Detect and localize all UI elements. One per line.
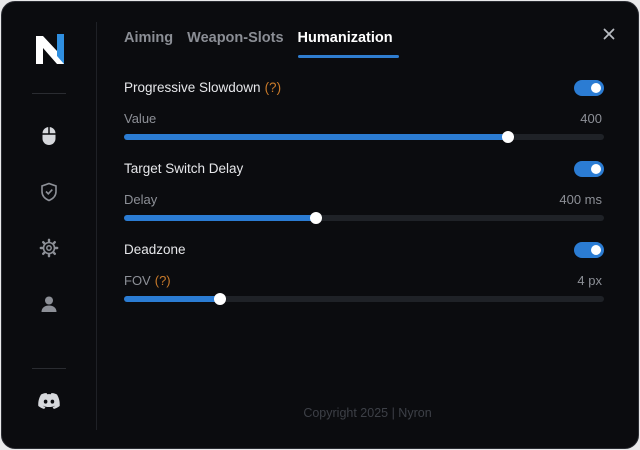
deadzone-label: Deadzone (124, 242, 186, 257)
fov-help-icon[interactable]: (?) (155, 273, 171, 288)
progressive-slowdown-toggle[interactable] (574, 80, 604, 96)
fov-label: FOV (124, 273, 151, 288)
progressive-slowdown-title: Progressive Slowdown (?) (124, 80, 281, 95)
fov-slider-thumb[interactable] (214, 293, 226, 305)
value-slider[interactable] (124, 131, 604, 143)
tab-weapon-slots[interactable]: Weapon-Slots (187, 30, 283, 58)
value-slider-fill (124, 134, 508, 140)
target-switch-delay-label: Target Switch Delay (124, 161, 244, 176)
sidebar-item-mouse[interactable] (38, 125, 60, 147)
discord-button[interactable] (37, 390, 61, 412)
deadzone-title: Deadzone (124, 242, 186, 257)
progressive-slowdown-help-icon[interactable]: (?) (265, 80, 282, 95)
logo-icon (36, 34, 64, 64)
sidebar-item-settings[interactable] (38, 237, 60, 259)
mouse-icon (42, 127, 56, 145)
target-switch-delay-title: Target Switch Delay (124, 161, 243, 176)
sidebar-separator-top (32, 93, 66, 94)
tab-humanization[interactable]: Humanization (297, 30, 399, 58)
value-slider-label: Value (124, 111, 156, 126)
fov-slider-readout: 4 px (577, 273, 602, 288)
deadzone-toggle[interactable] (574, 242, 604, 258)
delay-slider[interactable] (124, 212, 604, 224)
copyright-footer: Copyright 2025 | Nyron (303, 406, 432, 420)
value-label: Value (124, 111, 157, 126)
value-slider-readout: 400 (580, 111, 602, 126)
close-icon[interactable] (602, 27, 616, 41)
app-window: Aiming Weapon-Slots Humanization Progres… (1, 1, 639, 449)
discord-icon (38, 393, 60, 409)
value-slider-thumb[interactable] (502, 131, 514, 143)
sidebar (2, 2, 96, 448)
sidebar-divider (96, 22, 97, 430)
fov-slider[interactable] (124, 293, 604, 305)
gear-icon (39, 238, 59, 258)
user-icon (41, 296, 57, 312)
delay-slider-readout: 400 ms (559, 192, 602, 207)
sidebar-separator-bottom (32, 368, 66, 369)
fov-slider-label: FOV (?) (124, 273, 171, 288)
sidebar-item-account[interactable] (38, 293, 60, 315)
tab-aiming[interactable]: Aiming (124, 30, 173, 58)
sidebar-item-shield[interactable] (38, 181, 60, 203)
target-switch-delay-toggle[interactable] (574, 161, 604, 177)
fov-slider-fill (124, 296, 220, 302)
shield-icon (41, 182, 57, 202)
delay-label: Delay (124, 192, 158, 207)
delay-slider-label: Delay (124, 192, 157, 207)
delay-slider-thumb[interactable] (310, 212, 322, 224)
delay-slider-fill (124, 215, 316, 221)
progressive-slowdown-label: Progressive Slowdown (124, 80, 261, 95)
tab-bar: Aiming Weapon-Slots Humanization (124, 30, 399, 58)
